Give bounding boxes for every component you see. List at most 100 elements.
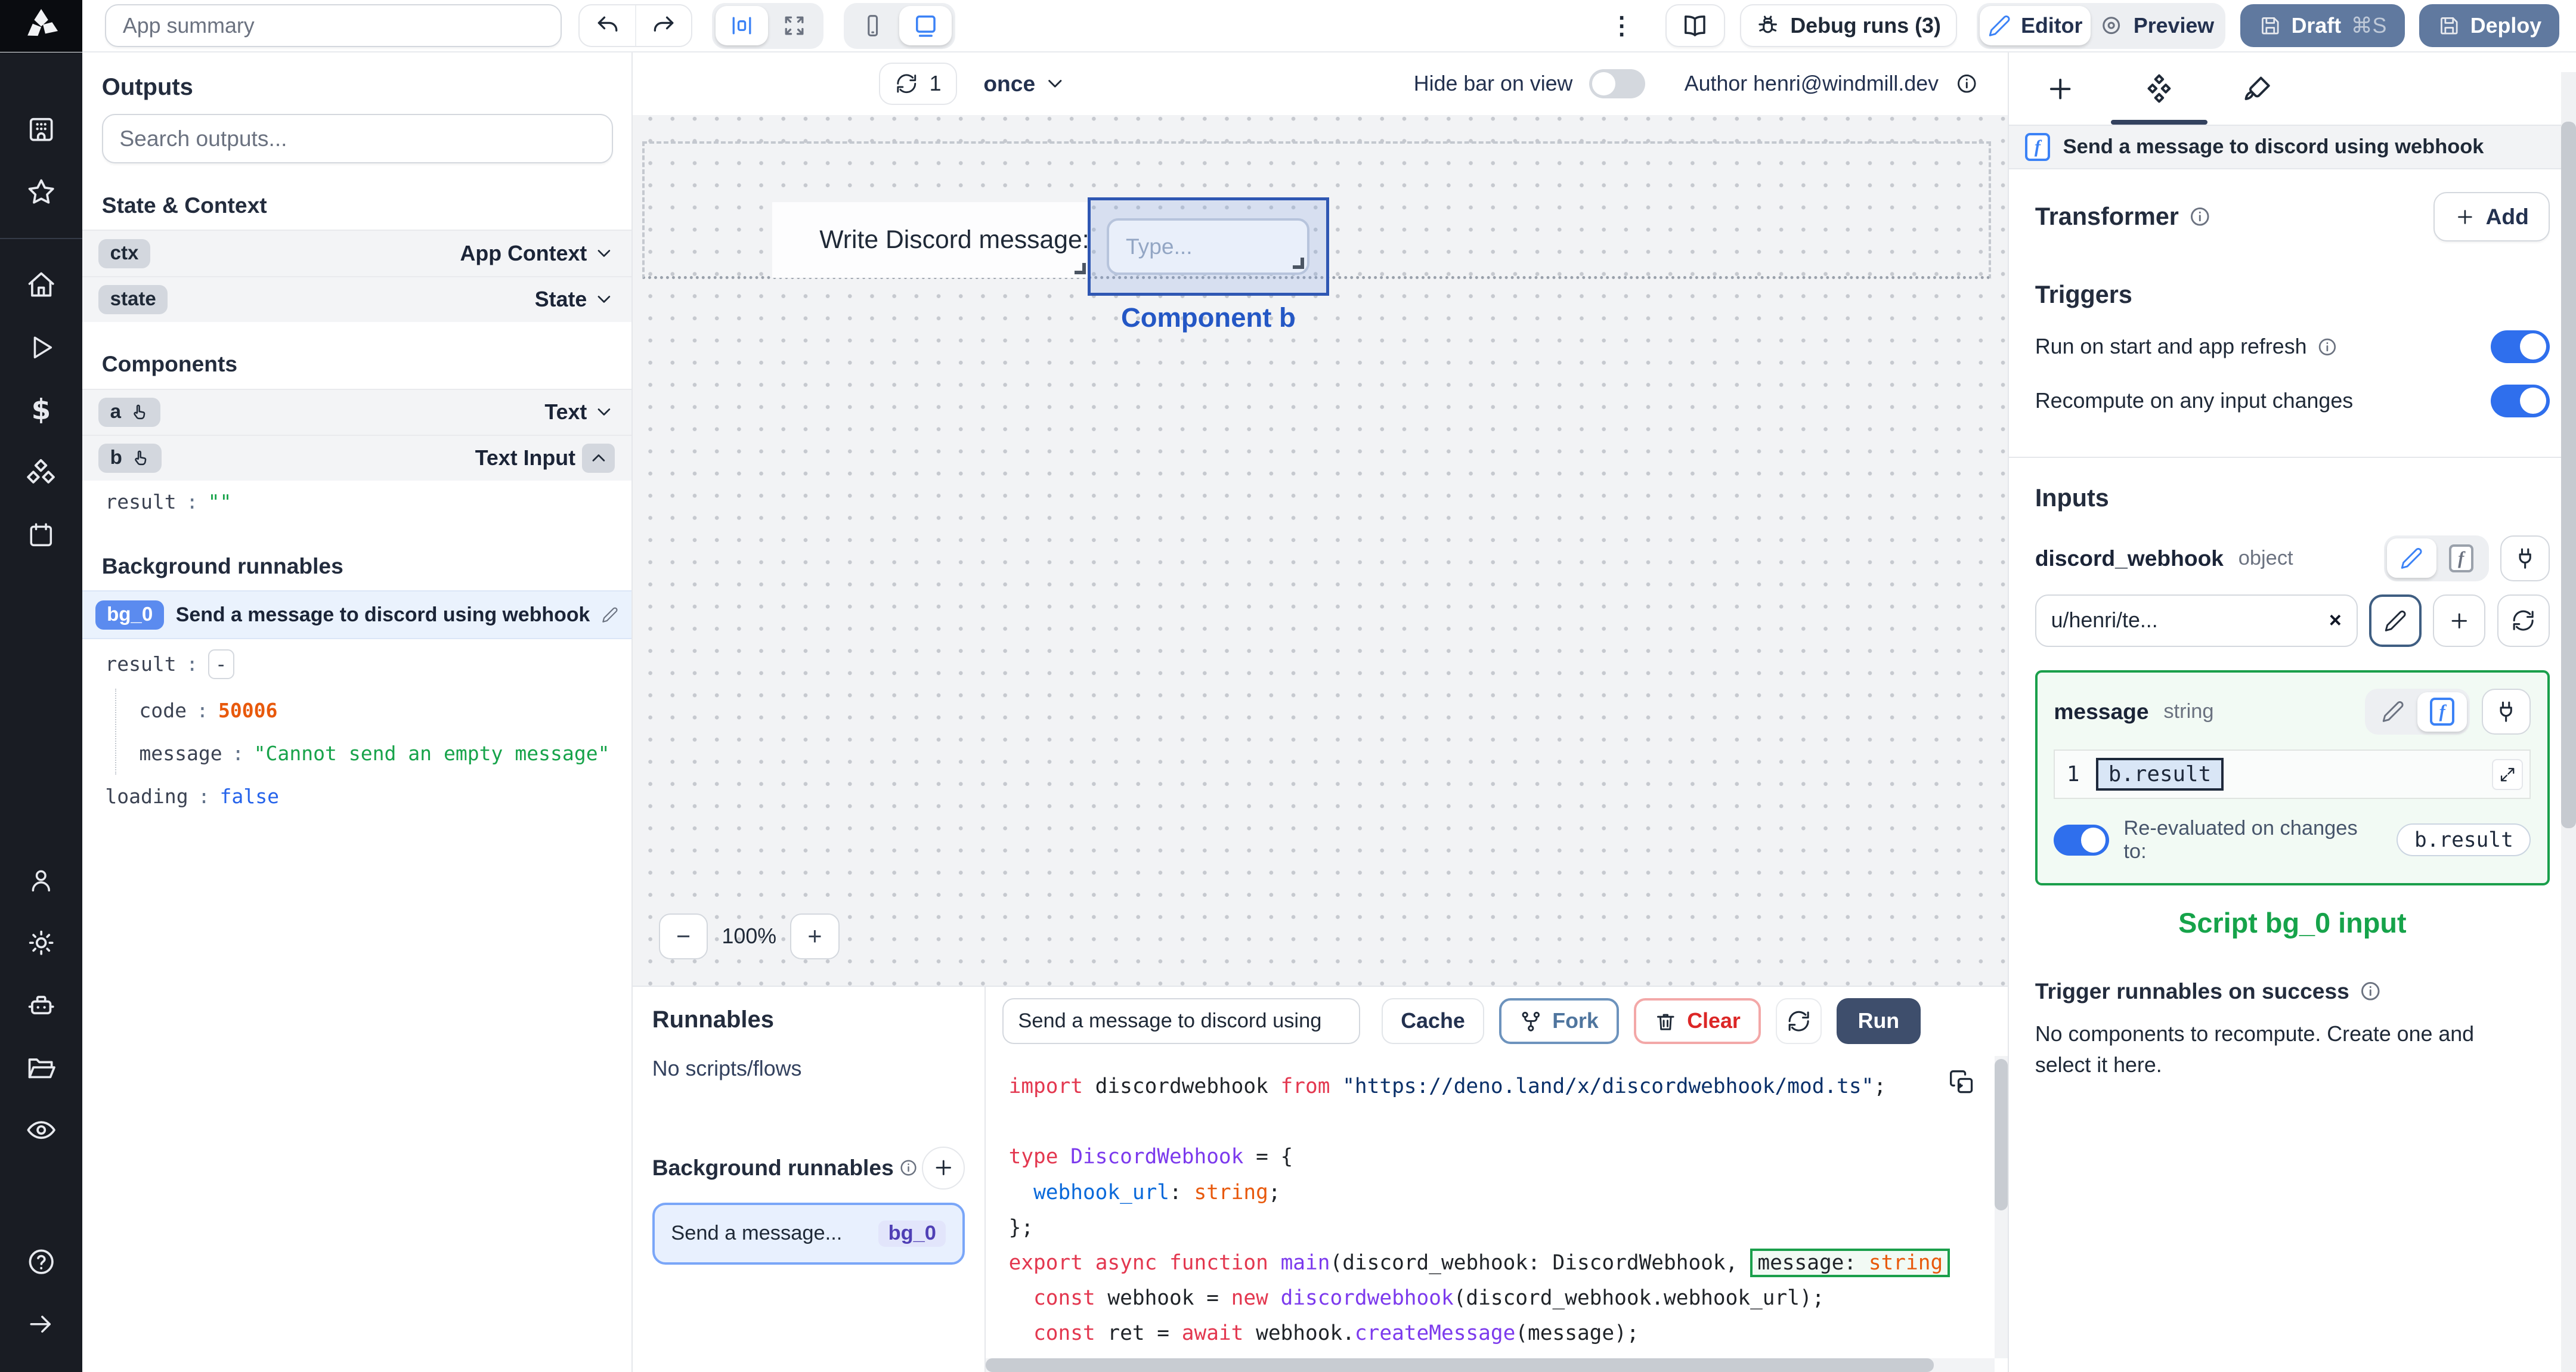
nav-runs[interactable] [0, 317, 82, 379]
connect-input-button[interactable] [2500, 535, 2550, 581]
pencil-icon [1989, 15, 2010, 36]
reload-script-button[interactable] [1775, 998, 1822, 1045]
component-row-a[interactable]: a Text [82, 388, 631, 435]
redo-button[interactable] [635, 5, 691, 46]
nav-folders[interactable] [0, 1037, 82, 1100]
edit-pencil-icon[interactable] [602, 606, 618, 624]
chevron-down-icon[interactable] [593, 401, 615, 423]
app-summary-input[interactable] [105, 4, 562, 47]
eval-mode-button[interactable]: f [2436, 538, 2486, 578]
resize-handle[interactable] [1074, 262, 1086, 275]
desktop-view-button[interactable] [899, 6, 952, 46]
bg0-label: Send a message to discord using webhook [175, 603, 590, 626]
nav-home[interactable] [0, 254, 82, 317]
windmill-logo[interactable] [0, 0, 82, 52]
resource-picker[interactable]: u/henri/te... × [2035, 594, 2358, 647]
tab-styling[interactable] [2242, 52, 2273, 125]
reeval-label: Re-evaluated on changes to: [2123, 816, 2358, 863]
interval-select[interactable]: once [983, 71, 1066, 97]
chevron-down-icon[interactable] [593, 289, 615, 310]
nav-favorites[interactable] [0, 161, 82, 224]
app-canvas[interactable]: Write Discord message: Type... Component… [632, 114, 2008, 986]
nav-settings[interactable] [0, 912, 82, 974]
right-panel-scrollbar[interactable] [2561, 72, 2576, 1372]
clear-button[interactable]: Clear [1633, 998, 1761, 1045]
edit-resource-button[interactable] [2368, 594, 2422, 647]
selected-component-b[interactable]: Type... [1087, 197, 1329, 296]
nav-users[interactable] [0, 849, 82, 912]
reeval-dependency-chip[interactable]: b.result [2397, 823, 2531, 857]
bg0-runnable-item[interactable]: Send a message... bg_0 [652, 1202, 965, 1265]
copy-code-button[interactable] [1949, 1069, 1975, 1095]
expand-editor-button[interactable] [2492, 758, 2524, 791]
clear-resource-icon[interactable]: × [2329, 608, 2342, 633]
fullscreen-button[interactable] [768, 6, 821, 45]
center-align-icon [732, 17, 751, 35]
output-row-state[interactable]: state State [82, 275, 631, 322]
collapse-json-button[interactable]: - [208, 649, 234, 679]
nav-schedules[interactable] [0, 504, 82, 566]
info-icon [900, 1160, 917, 1176]
fork-button[interactable]: Fork [1498, 998, 1620, 1045]
undo-redo-group [578, 4, 693, 47]
docs-button[interactable] [1665, 4, 1725, 47]
run-on-start-toggle[interactable] [2490, 330, 2550, 363]
static-mode-button[interactable] [2387, 538, 2436, 578]
debug-runs-button[interactable]: Debug runs (3) [1739, 4, 1957, 47]
code-editor[interactable]: import discordwebhook from "https://deno… [986, 1055, 2008, 1372]
tab-editor[interactable]: Editor [1980, 6, 2091, 46]
collapse-row-button[interactable] [582, 443, 615, 473]
connect-input-button[interactable] [2481, 689, 2531, 735]
nav-workspace[interactable] [0, 98, 82, 161]
add-transformer-button[interactable]: Add [2433, 192, 2550, 241]
more-menu-button[interactable]: ⋮ [1593, 11, 1650, 40]
nav-help[interactable] [0, 1231, 82, 1293]
nav-collapse[interactable] [0, 1293, 82, 1355]
nav-resources[interactable] [0, 441, 82, 504]
tree-code-key: code [139, 698, 187, 722]
refresh-count-control[interactable]: 1 [878, 62, 958, 106]
chevron-down-icon[interactable] [593, 243, 615, 264]
expression-editor[interactable]: 1 b.result [2054, 749, 2531, 799]
add-background-runnable-button[interactable] [922, 1146, 965, 1190]
cache-button[interactable]: Cache [1382, 998, 1485, 1045]
code-vertical-scrollbar[interactable] [1994, 1055, 2008, 1359]
tab-preview[interactable]: Preview [2091, 6, 2222, 45]
chevron-down-icon [1048, 80, 1062, 88]
boxes-icon [27, 459, 55, 484]
undo-button[interactable] [580, 5, 636, 46]
nav-audit[interactable] [0, 1099, 82, 1162]
nav-variables[interactable]: $ [0, 379, 82, 442]
reeval-toggle[interactable] [2054, 824, 2109, 856]
code-horizontal-scrollbar[interactable] [986, 1358, 1995, 1372]
search-outputs-input[interactable] [101, 114, 613, 163]
output-row-ctx[interactable]: ctx App Context [82, 230, 631, 276]
static-mode-button[interactable] [2368, 692, 2418, 732]
draft-button[interactable]: Draft ⌘S [2240, 4, 2405, 47]
text-component-a[interactable]: Write Discord message: [772, 202, 1089, 278]
hide-bar-toggle[interactable] [1589, 69, 1645, 99]
recompute-toggle[interactable] [2490, 384, 2550, 417]
mobile-view-button[interactable] [847, 6, 899, 45]
script-name-input[interactable] [1002, 998, 1361, 1045]
tab-insert-component[interactable] [2045, 52, 2076, 125]
component-row-b[interactable]: b Text Input [82, 434, 631, 481]
center-align-button[interactable] [715, 6, 768, 46]
tab-component-settings[interactable] [2110, 52, 2208, 125]
eval-mode-button[interactable]: f [2417, 692, 2467, 732]
tree-loading-key: loading [105, 784, 188, 808]
components-title: Components [101, 351, 238, 377]
text-input-component[interactable]: Type... [1107, 218, 1310, 275]
bg0-row[interactable]: bg_0 Send a message to discord using web… [82, 590, 631, 640]
deploy-button[interactable]: Deploy [2419, 4, 2560, 47]
run-button[interactable]: Run [1836, 998, 1921, 1045]
resize-handle[interactable] [1292, 257, 1304, 270]
code-line: export async function main(discord_webho… [1009, 1246, 1985, 1281]
preview-label: Preview [2133, 13, 2215, 38]
fullscreen-icon [785, 16, 804, 35]
zoom-out-button[interactable]: − [658, 913, 708, 959]
refresh-resource-button[interactable] [2497, 594, 2550, 647]
zoom-in-button[interactable]: + [790, 913, 840, 959]
nav-workers[interactable] [0, 974, 82, 1037]
add-resource-button[interactable] [2433, 594, 2486, 647]
